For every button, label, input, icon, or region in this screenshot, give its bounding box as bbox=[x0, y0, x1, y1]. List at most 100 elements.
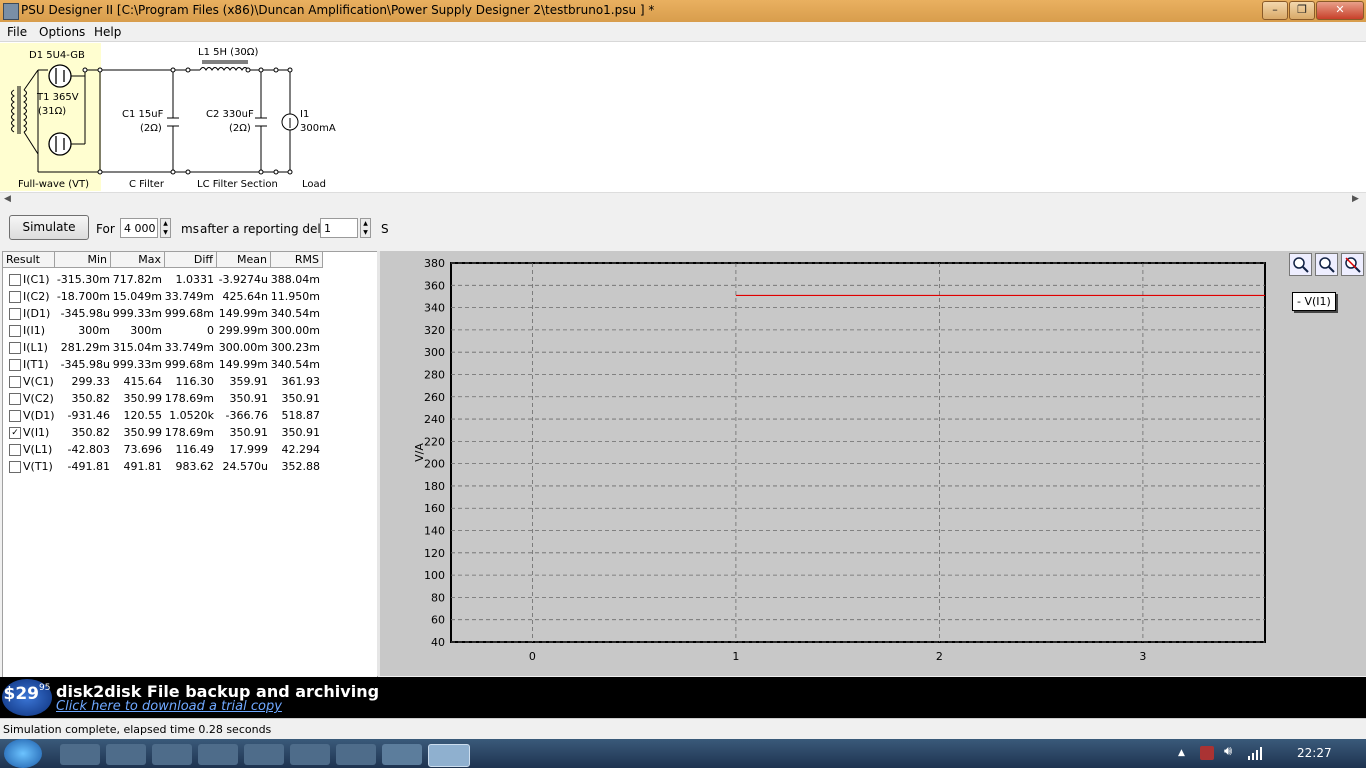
table-row[interactable]: I(T1) -345.98u 999.33m 999.68m 149.99m 340.54… bbox=[3, 356, 323, 373]
status-text: Simulation complete, elapsed time 0.28 s… bbox=[3, 723, 272, 736]
minimize-button[interactable]: – bbox=[1262, 1, 1288, 20]
close-button[interactable]: ✕ bbox=[1316, 1, 1364, 20]
schematic-scrollbar[interactable] bbox=[0, 192, 1366, 209]
network-icon[interactable] bbox=[1248, 746, 1262, 760]
row-checkbox[interactable] bbox=[9, 274, 21, 286]
cell-max: 350.99 bbox=[123, 426, 163, 439]
psu-designer-taskbar-icon[interactable] bbox=[428, 744, 470, 767]
maximize-button[interactable]: ❐ bbox=[1289, 1, 1315, 20]
col-min[interactable]: Min bbox=[55, 252, 111, 268]
clock[interactable]: 22:27 bbox=[1297, 746, 1332, 760]
duration-input[interactable]: 4 000 bbox=[120, 218, 158, 238]
windows-start-icon[interactable] bbox=[4, 739, 42, 768]
t1-resistance: (31Ω) bbox=[38, 106, 67, 117]
cell-mean: 425.64n bbox=[222, 290, 268, 303]
cell-max: 491.81 bbox=[123, 460, 163, 473]
delay-spinner[interactable]: ▲ ▼ bbox=[360, 218, 371, 238]
cell-rms: 350.91 bbox=[281, 392, 321, 405]
table-row[interactable]: I(I1) 300m 300m 0 299.99m 300.00m bbox=[3, 322, 323, 339]
row-checkbox[interactable] bbox=[9, 359, 21, 371]
y-tick-label: 320 bbox=[424, 324, 445, 337]
cell-diff: 33.749m bbox=[164, 341, 214, 354]
row-checkbox[interactable] bbox=[9, 393, 21, 405]
row-checkbox[interactable] bbox=[9, 410, 21, 422]
row-checkbox[interactable] bbox=[9, 308, 21, 320]
app-taskbar-icon[interactable] bbox=[106, 744, 146, 765]
cell-mean: 300.00m bbox=[218, 341, 268, 354]
row-checkbox[interactable] bbox=[9, 376, 21, 388]
cell-diff: 1.0520k bbox=[169, 409, 214, 422]
table-row[interactable]: I(C2) -18.700m 15.049m 33.749m 425.64n 11.950… bbox=[3, 288, 323, 305]
volume-icon[interactable]: 🔊︎ bbox=[1224, 744, 1232, 759]
cell-max: 415.64 bbox=[123, 375, 163, 388]
ie-taskbar-icon[interactable] bbox=[244, 744, 284, 765]
cell-min: -18.700m bbox=[56, 290, 110, 303]
row-name: V(T1) bbox=[23, 460, 53, 473]
price-main: $29 bbox=[3, 684, 40, 704]
cell-mean: 17.999 bbox=[229, 443, 269, 456]
delay-input[interactable]: 1 bbox=[320, 218, 358, 238]
cell-rms: 42.294 bbox=[281, 443, 321, 456]
y-tick-label: 340 bbox=[424, 302, 445, 315]
ad-download-link[interactable]: Click here to download a trial copy bbox=[56, 699, 282, 714]
cell-diff: 116.49 bbox=[175, 443, 215, 456]
table-row[interactable]: ✓ V(I1) 350.82 350.99 178.69m 350.91 350.91 bbox=[3, 424, 323, 441]
duration-spinner[interactable]: ▲ ▼ bbox=[160, 218, 171, 238]
legend-box[interactable]: - V(I1) bbox=[1292, 292, 1336, 311]
row-checkbox[interactable] bbox=[9, 444, 21, 456]
row-checkbox[interactable] bbox=[9, 461, 21, 473]
row-checkbox[interactable] bbox=[9, 325, 21, 337]
tools-taskbar-icon[interactable] bbox=[336, 744, 376, 765]
table-row[interactable]: V(D1) -931.46 120.55 1.0520k -366.76 518.87 bbox=[3, 407, 323, 424]
x-tick-label: 1 bbox=[732, 650, 739, 663]
col-max[interactable]: Max bbox=[111, 252, 165, 268]
delay-unit: S bbox=[381, 222, 389, 236]
zoom-in-icon[interactable] bbox=[1289, 253, 1312, 276]
zoom-reset-icon[interactable] bbox=[1341, 253, 1364, 276]
player-taskbar-icon[interactable] bbox=[290, 744, 330, 765]
table-row[interactable]: I(C1) -315.30m 717.82m 1.0331 -3.9274u 388.04… bbox=[3, 271, 323, 288]
window-taskbar-icon[interactable] bbox=[382, 744, 422, 765]
tray-expand-icon[interactable]: ▲ bbox=[1178, 748, 1185, 758]
scroll-right-icon[interactable]: ▶ bbox=[1352, 194, 1359, 204]
cell-mean: 350.91 bbox=[229, 392, 269, 405]
transformer-symbol bbox=[11, 69, 48, 173]
cell-mean: 149.99m bbox=[218, 307, 268, 320]
cell-mean: 350.91 bbox=[229, 426, 269, 439]
explorer-taskbar-icon[interactable] bbox=[60, 744, 100, 765]
y-tick-label: 240 bbox=[424, 413, 445, 426]
app-icon[interactable] bbox=[3, 3, 19, 20]
media-taskbar-icon[interactable] bbox=[198, 744, 238, 765]
table-row[interactable]: V(C1) 299.33 415.64 116.30 359.91 361.93 bbox=[3, 373, 323, 390]
col-diff[interactable]: Diff bbox=[165, 252, 217, 268]
table-row[interactable]: V(L1) -42.803 73.696 116.49 17.999 42.294 bbox=[3, 441, 323, 458]
table-row[interactable]: V(C2) 350.82 350.99 178.69m 350.91 350.91 bbox=[3, 390, 323, 407]
section-lc-filter: LC Filter Section bbox=[197, 179, 278, 190]
table-row[interactable]: I(L1) 281.29m 315.04m 33.749m 300.00m 300.23m bbox=[3, 339, 323, 356]
cell-max: 999.33m bbox=[112, 307, 162, 320]
cell-max: 999.33m bbox=[112, 358, 162, 371]
menu-options[interactable]: Options bbox=[39, 25, 85, 39]
row-checkbox[interactable] bbox=[9, 291, 21, 303]
cell-diff: 0 bbox=[207, 324, 214, 337]
voltage-chart[interactable]: 4060801001201401601802002202402602803003… bbox=[380, 251, 1366, 676]
menu-help[interactable]: Help bbox=[94, 25, 121, 39]
row-checkbox[interactable] bbox=[9, 342, 21, 354]
tray-app-icon[interactable] bbox=[1200, 746, 1214, 760]
zoom-out-icon[interactable] bbox=[1315, 253, 1338, 276]
y-tick-label: 100 bbox=[424, 569, 445, 582]
cell-rms: 300.00m bbox=[270, 324, 320, 337]
row-name: V(L1) bbox=[23, 443, 53, 456]
firefox-taskbar-icon[interactable] bbox=[152, 744, 192, 765]
row-checkbox[interactable]: ✓ bbox=[9, 427, 21, 439]
col-mean[interactable]: Mean bbox=[217, 252, 271, 268]
table-row[interactable]: I(D1) -345.98u 999.33m 999.68m 149.99m 340.54… bbox=[3, 305, 323, 322]
cell-max: 120.55 bbox=[123, 409, 163, 422]
simulate-button[interactable]: Simulate bbox=[9, 215, 89, 240]
row-name: V(I1) bbox=[23, 426, 50, 439]
table-row[interactable]: V(T1) -491.81 491.81 983.62 24.570u 352.88 bbox=[3, 458, 323, 475]
scroll-left-icon[interactable]: ◀ bbox=[4, 194, 11, 204]
col-rms[interactable]: RMS bbox=[271, 252, 323, 268]
col-result[interactable]: Result bbox=[3, 252, 55, 268]
menu-file[interactable]: File bbox=[7, 25, 27, 39]
